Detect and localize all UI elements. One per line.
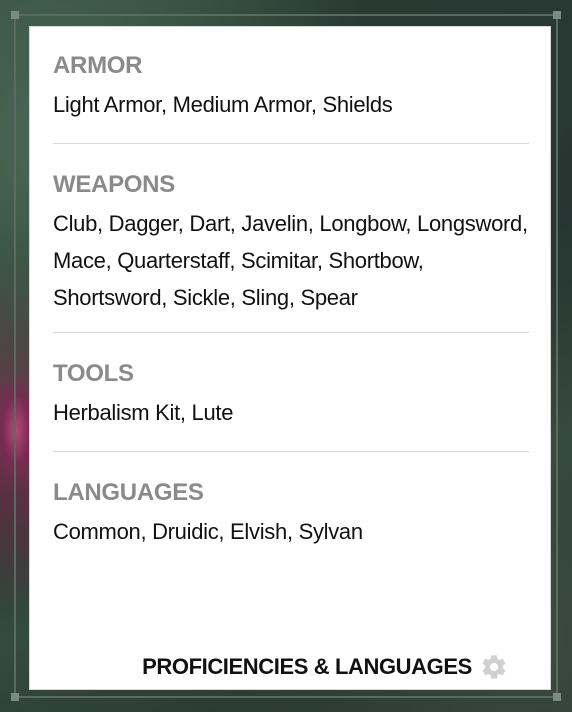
proficiencies-panel: ARMOR Light Armor, Medium Armor, Shields… [29, 26, 551, 690]
frame-corner [553, 693, 561, 701]
frame-corner [553, 11, 561, 19]
frame-corner [11, 693, 19, 701]
section-title-weapons: WEAPONS [53, 171, 175, 198]
languages-known: Common, Druidic, Elvish, Sylvan [53, 519, 363, 544]
languages-section: LANGUAGES Common, Druidic, Elvish, Sylva… [53, 479, 529, 550]
tools-section: TOOLS Herbalism Kit, Lute [53, 360, 529, 431]
frame-corner [11, 11, 19, 19]
section-divider [53, 143, 529, 144]
panel-footer: PROFICIENCIES & LANGUAGES [30, 653, 550, 681]
gear-icon-graphic [482, 655, 506, 679]
section-title-languages: LANGUAGES [53, 479, 204, 506]
weapons-proficiencies: Club, Dagger, Dart, Javelin, Longbow, Lo… [53, 211, 528, 310]
section-title-tools: TOOLS [53, 360, 134, 387]
section-title-armor: ARMOR [53, 52, 143, 79]
tools-proficiencies: Herbalism Kit, Lute [53, 400, 234, 425]
section-divider [53, 451, 529, 452]
armor-proficiencies: Light Armor, Medium Armor, Shields [53, 92, 393, 117]
section-divider [53, 332, 529, 333]
armor-section: ARMOR Light Armor, Medium Armor, Shields [53, 52, 529, 123]
gear-icon[interactable] [480, 653, 508, 681]
panel-title: PROFICIENCIES & LANGUAGES [142, 654, 472, 679]
weapons-section: WEAPONS Club, Dagger, Dart, Javelin, Lon… [53, 171, 529, 316]
